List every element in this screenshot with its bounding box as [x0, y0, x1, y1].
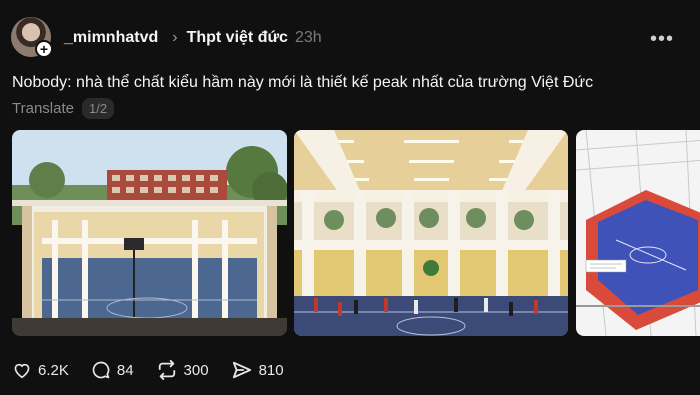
share-icon [232, 361, 251, 379]
translate-row: Translate 1/2 [12, 98, 115, 119]
translate-button[interactable]: Translate [12, 100, 74, 117]
comment-button[interactable]: 84 [91, 360, 134, 380]
plan-diagram-image [576, 130, 700, 336]
reply-count: 84 [116, 361, 134, 379]
share-button[interactable]: 810 [231, 360, 284, 380]
share-count: 810 [258, 361, 284, 379]
username[interactable]: _mimnhatvd [64, 29, 158, 47]
media-pager: 1/2 [81, 98, 115, 119]
post-text: Nobody: nhà thể chất kiểu hầm này mới là… [12, 74, 594, 91]
gym-section-image [12, 130, 287, 336]
gym-interior-image [294, 130, 568, 336]
more-icon[interactable]: ••• [650, 28, 674, 51]
repost-icon [158, 360, 175, 380]
heart-icon [14, 363, 30, 379]
post-image-2[interactable] [294, 130, 568, 336]
repost-button[interactable]: 300 [156, 360, 209, 380]
plus-icon[interactable]: + [35, 40, 53, 58]
post-image-3[interactable] [576, 130, 700, 336]
like-button[interactable]: 6.2K [12, 361, 69, 379]
post-time: 23h [294, 29, 322, 46]
post-image-1[interactable] [12, 130, 287, 336]
action-bar: 6.2K 84 300 810 [12, 360, 306, 380]
topic-link[interactable]: Thpt việt đức [187, 29, 288, 47]
post-header: _mimnhatvd › Thpt việt đức 23h [64, 27, 322, 49]
repost-count: 300 [183, 361, 209, 379]
like-count: 6.2K [38, 361, 69, 379]
comment-icon [92, 361, 110, 379]
chevron-right-icon: › [172, 29, 178, 46]
